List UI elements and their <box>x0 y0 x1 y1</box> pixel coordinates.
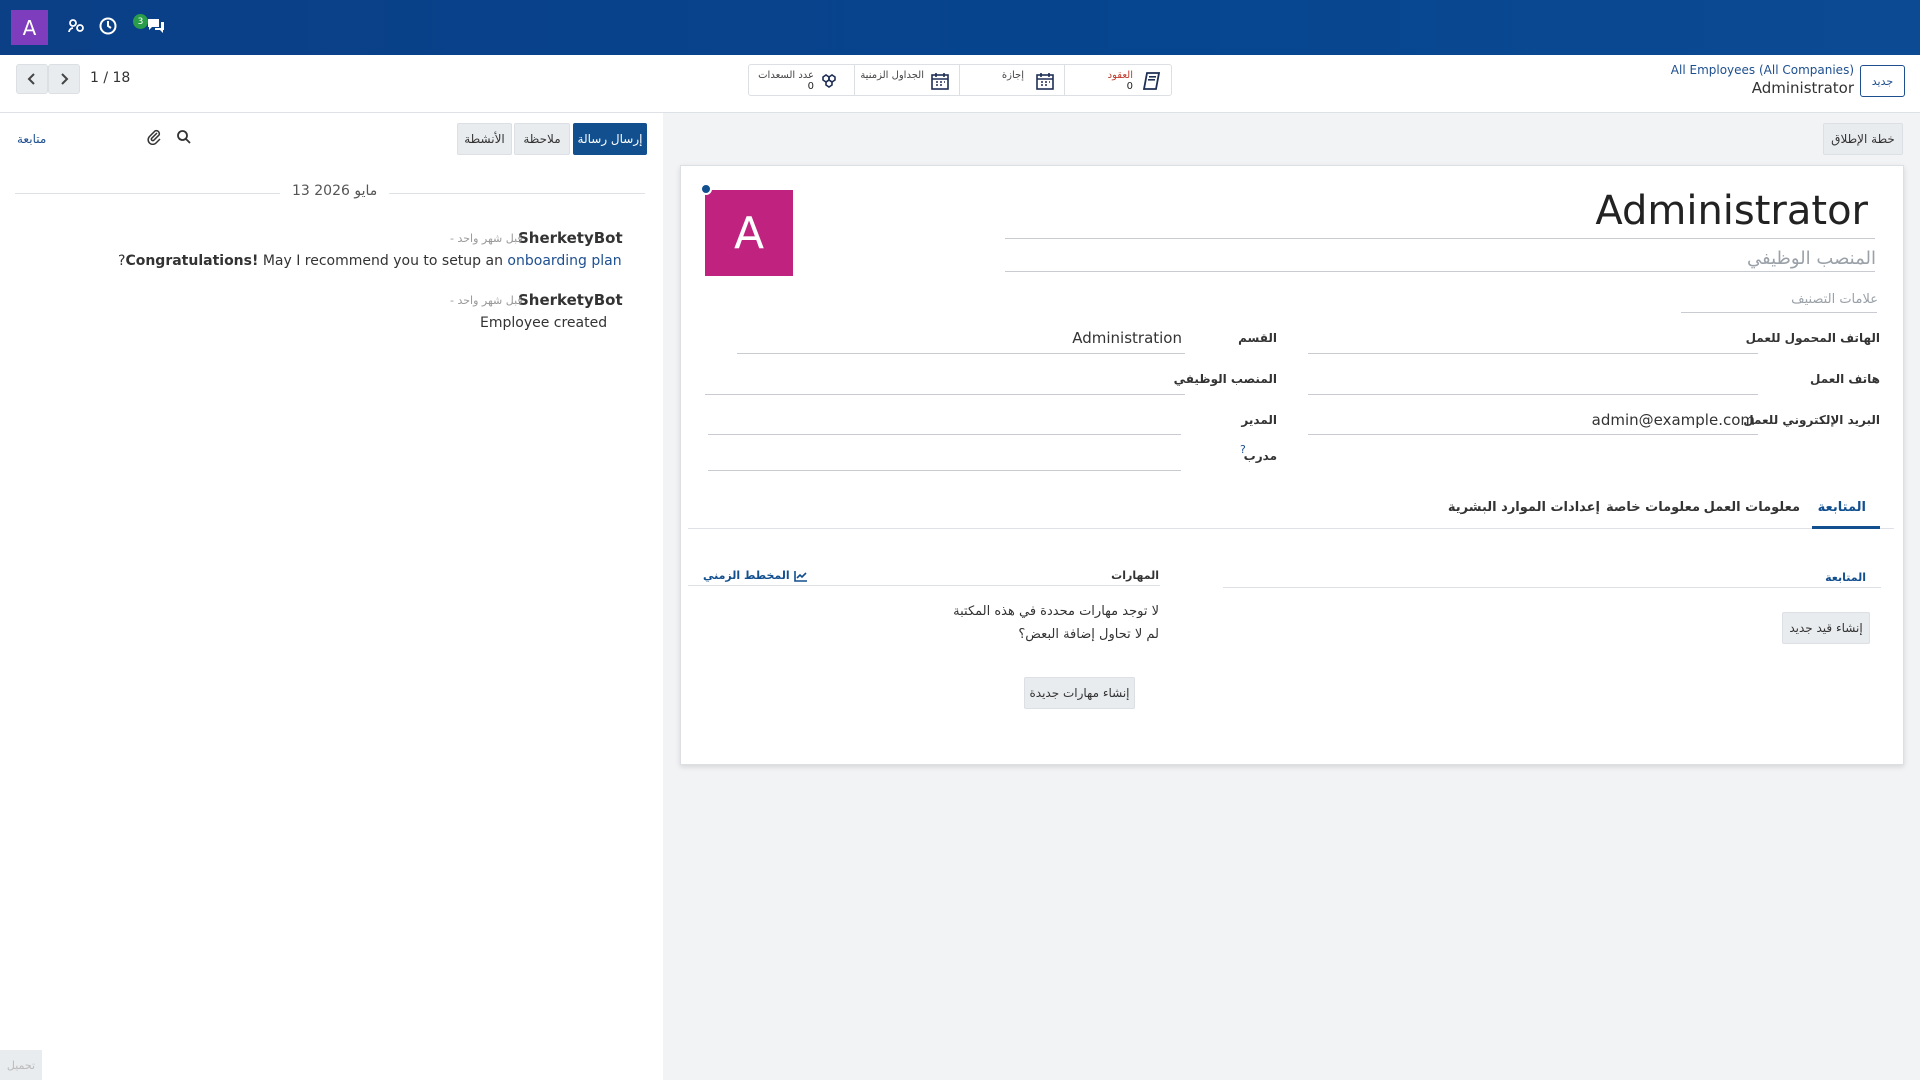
notebook-tabs-line <box>688 528 1894 529</box>
active-tab-indicator <box>1812 526 1880 529</box>
smart-button-timesheets[interactable]: الجداول الزمنية <box>854 65 959 95</box>
chat-icon[interactable] <box>144 14 168 38</box>
coach-input[interactable] <box>708 470 1181 471</box>
smart-label: عدد السعدات <box>758 70 814 81</box>
job-position-input[interactable] <box>705 394 1185 395</box>
job-position-label: المنصب الوظيفي <box>1173 372 1277 386</box>
line-chart-icon <box>793 570 808 582</box>
pager-next-button[interactable] <box>48 64 80 94</box>
work-email-label: البريد الإلكتروني للعمل <box>1743 413 1880 427</box>
pager-previous-button[interactable] <box>16 64 48 94</box>
new-button[interactable]: جديد <box>1860 65 1905 97</box>
smart-label: العقود <box>1107 70 1133 81</box>
clock-icon[interactable] <box>96 14 120 38</box>
smart-label: إجازة <box>1001 70 1024 81</box>
cubes-icon <box>819 71 839 91</box>
activities-button[interactable]: الأنشطة <box>457 123 512 155</box>
tags-underline <box>1681 312 1877 313</box>
department-underline <box>737 353 1185 354</box>
smart-label: الجداول الزمنية <box>860 70 924 81</box>
message-text: May I recommend you to setup an <box>258 253 508 269</box>
message-time: - قبل شهر واحد <box>450 232 523 245</box>
mobile-input[interactable] <box>1308 353 1758 354</box>
skills-empty-line1: لا توجد مهارات محددة في هذه المكتبة <box>953 604 1159 619</box>
date-label: 13 مايو 2026 <box>280 183 390 199</box>
work-phone-input[interactable] <box>1308 394 1758 395</box>
launch-plan-button[interactable]: خطة الإطلاق <box>1823 123 1903 155</box>
employee-avatar[interactable]: A <box>705 190 793 276</box>
pager-value[interactable]: 1 / 18 <box>90 70 130 86</box>
resume-section-title: المتابعة <box>1825 571 1866 584</box>
form-sheet <box>680 165 1904 765</box>
smart-value: 0 <box>1126 81 1133 92</box>
top-navbar: A 3 <box>0 0 1920 55</box>
timeline-link[interactable]: المخطط الزمني <box>703 569 808 582</box>
message-body: ?Congratulations! May I recommend you to… <box>118 253 622 269</box>
create-skills-button[interactable]: إنشاء مهارات جديدة <box>1024 677 1135 709</box>
smart-buttons: عدد السعدات 0 الجداول الزمنية إجازة العق… <box>748 64 1172 96</box>
smart-button-assets[interactable]: عدد السعدات 0 <box>749 65 854 95</box>
tab-private-information[interactable]: معلومات خاصة <box>1606 500 1700 515</box>
chatter-panel: إرسال رسالة ملاحظة الأنشطة متابعة 13 ماي… <box>0 113 663 1080</box>
tab-resume[interactable]: المتابعة <box>1818 500 1866 515</box>
work-phone-label: هاتف العمل <box>1810 372 1880 386</box>
control-panel: 1 / 18 عدد السعدات 0 الجداول الزمنية إجا… <box>0 55 1920 113</box>
search-icon[interactable] <box>176 129 194 147</box>
load-more-button[interactable]: تحميل <box>0 1050 42 1080</box>
smart-value: 0 <box>807 81 814 92</box>
tags-input[interactable]: علامات التصنيف <box>1791 292 1878 307</box>
user-avatar[interactable]: A <box>11 10 48 45</box>
smart-button-contracts[interactable]: العقود 0 <box>1064 65 1171 95</box>
tab-work-information[interactable]: معلومات العمل <box>1704 500 1800 515</box>
send-message-button[interactable]: إرسال رسالة <box>573 123 647 155</box>
department-input[interactable]: Administration <box>1072 329 1182 347</box>
breadcrumb-current: Administrator <box>1751 79 1854 97</box>
onboarding-plan-link[interactable]: onboarding plan <box>507 253 621 269</box>
calendar-icon <box>1035 71 1055 91</box>
job-title-underline <box>1005 271 1875 272</box>
skills-empty-line2: لم لا تحاول إضافة البعض؟ <box>1018 627 1159 642</box>
message-body: Employee created <box>480 315 608 331</box>
message-author[interactable]: SherketyBot <box>518 229 623 247</box>
skills-section-title: المهارات <box>1111 569 1159 582</box>
status-dot <box>700 183 712 195</box>
breadcrumb-parent[interactable]: All Employees (All Companies) <box>1671 63 1854 77</box>
smart-button-time-off[interactable]: إجازة <box>959 65 1064 95</box>
coach-label: مدرب <box>1243 449 1277 463</box>
skills-section-line <box>688 585 1160 586</box>
manager-input[interactable] <box>708 434 1181 435</box>
calendar-icon <box>930 71 950 91</box>
job-title-input[interactable]: المنصب الوظيفي <box>1747 248 1876 269</box>
message-bold: Congratulations! <box>125 253 259 269</box>
timeline-label: المخطط الزمني <box>703 569 790 582</box>
work-email-input[interactable]: admin@example.com <box>1592 411 1755 429</box>
message-time: - قبل شهر واحد <box>450 294 523 307</box>
paperclip-icon[interactable] <box>146 129 164 147</box>
manager-label: المدير <box>1241 413 1277 427</box>
book-icon <box>1142 71 1162 91</box>
chat-badge: 3 <box>133 14 148 29</box>
create-resume-line-button[interactable]: إنشاء قيد جديد <box>1782 612 1870 644</box>
tab-hr-settings[interactable]: إعدادات الموارد البشرية <box>1448 500 1600 515</box>
users-gear-icon[interactable] <box>64 14 88 38</box>
follow-button[interactable]: متابعة <box>17 132 46 146</box>
coach-help-tooltip[interactable]: ? <box>1240 443 1246 456</box>
mobile-label: الهاتف المحمول للعمل <box>1745 331 1880 345</box>
employee-name-field[interactable]: Administrator <box>1595 188 1868 234</box>
department-label: القسم <box>1238 331 1277 345</box>
log-note-button[interactable]: ملاحظة <box>514 123 570 155</box>
work-email-underline <box>1308 434 1758 435</box>
resume-section-line <box>1223 587 1881 588</box>
message-author[interactable]: SherketyBot <box>518 291 623 309</box>
name-underline <box>1005 238 1875 239</box>
